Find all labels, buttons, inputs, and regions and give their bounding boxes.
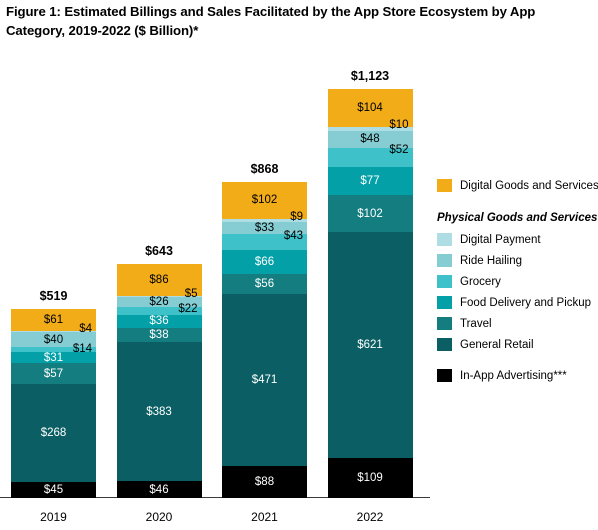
bar-segment-2022-5[interactable]: $102 [327,195,413,233]
bar-segment-label-2022-0: $104 [357,102,383,114]
bar-segment-label-2019-6: $268 [40,426,67,439]
legend-item-digital-goods[interactable]: Digital Goods and Services** [437,175,598,196]
bar-segment-2020-3[interactable]: $22 [116,303,202,315]
bar-segment-label-2020-4: $36 [149,315,169,328]
legend-item-general-retail[interactable]: General Retail [437,334,597,355]
bar-segment-2022-7[interactable]: $109 [327,458,413,498]
bar-segment-label-2020-0: $86 [149,273,169,286]
bar-segment-label-2022-6: $621 [357,339,383,352]
legend-item-food-delivery-and-pickup[interactable]: Food Delivery and Pickup [437,292,597,313]
bar-segment-2021-6[interactable]: $471 [222,294,307,466]
bar-segment-label-2021-3: $43 [283,230,303,243]
legend-label-4: Travel [460,317,492,330]
legend-subheading-physical: Physical Goods and Services [437,212,598,224]
bar-segment-2020-5[interactable]: $38 [116,327,202,342]
legend-label-5: General Retail [460,338,534,351]
legend-item-ride-hailing[interactable]: Ride Hailing [437,250,597,271]
legend-item-advertising[interactable]: In-App Advertising*** [437,365,597,386]
bar-stack-2021: $102 $9 $33 $43 $66 $56 $471 $88 [222,181,307,498]
bar-segment-label-2021-7: $88 [254,475,275,488]
legend-swatch-4 [437,317,452,330]
bar-segment-2022-6[interactable]: $621 [327,232,413,459]
legend-swatch-0 [437,233,452,246]
bar-segment-label-2022-1: $10 [389,118,409,131]
bar-segment-label-2020-5: $38 [149,328,169,341]
bar-group-2021: $868 $102 $9 $33 $43 $66 $56 $471 $88 [222,162,307,498]
bar-segment-label-2022-5: $102 [357,207,383,220]
bar-segment-label-2021-0: $102 [251,194,278,207]
bar-segment-label-2021-1: $9 [290,211,303,224]
legend-label-advertising: In-App Advertising*** [460,369,567,382]
bar-segment-2020-4[interactable]: $36 [116,314,202,328]
bar-segment-2020-7[interactable]: $46 [116,481,202,498]
x-axis-tick-2020: 2020 [145,510,173,524]
bar-segment-2020-6[interactable]: $383 [116,341,202,482]
bar-segment-label-2021-4: $66 [254,256,275,269]
legend-physical-group: Digital Payment Ride Hailing Grocery Food D… [437,229,597,355]
legend-swatch-3 [437,296,452,309]
bar-segment-label-2022-3: $52 [389,144,409,157]
legend-label-3: Food Delivery and Pickup [460,296,592,309]
bar-segment-2019-4[interactable]: $31 [11,351,96,364]
legend-item-digital-payment[interactable]: Digital Payment [437,229,597,250]
bar-segment-label-2019-5: $57 [43,367,64,380]
bar-segment-2021-5[interactable]: $56 [222,274,307,295]
x-axis-tick-2019: 2019 [40,510,67,524]
chart-legend: Digital Goods and Services** Physical Go… [437,175,598,386]
bar-segment-label-2022-7: $109 [357,472,383,485]
legend-swatch-advertising [437,369,452,382]
legend-label-1: Ride Hailing [460,254,523,267]
legend-swatch-digital-goods [437,179,452,192]
legend-spacer [437,196,597,208]
legend-item-travel[interactable]: Travel [437,313,597,334]
bar-total-label-2021: $868 [250,161,279,176]
bar-segment-2019-5[interactable]: $57 [11,363,96,385]
bar-total-label-2022: $1,123 [350,69,390,84]
bar-segment-label-2020-7: $46 [149,483,169,496]
bar-segment-label-2020-6: $383 [146,405,172,418]
x-axis-tick-2021: 2021 [251,510,278,524]
legend-item-grocery[interactable]: Grocery [437,271,597,292]
bar-segment-2022-4[interactable]: $77 [327,166,413,196]
legend-swatch-5 [437,338,452,351]
legend-label-digital-goods: Digital Goods and Services** [460,179,598,192]
legend-swatch-1 [437,254,452,267]
legend-swatch-2 [437,275,452,288]
chart-plot-area: $519 $61 $4 $40 $14 $31 $57 $268 $45 2019 $643 $86 $… [0,0,430,530]
x-axis-tick-2022: 2022 [356,510,384,524]
bar-total-label-2020: $643 [145,244,173,259]
bar-stack-2020: $86 $5 $26 $22 $36 $38 $383 $46 [116,264,202,498]
bar-segment-2019-7[interactable]: $45 [11,481,96,498]
bar-segment-label-2021-5: $56 [254,278,275,291]
bar-group-2022: $1,123 $104 $10 $48 $52 $77 $102 $621 $109 [327,69,413,498]
bar-segment-2021-3[interactable]: $43 [222,230,307,250]
legend-label-0: Digital Payment [460,233,541,246]
legend-label-2: Grocery [460,275,501,288]
bar-segment-label-2022-4: $77 [360,175,380,187]
bar-segment-2019-6[interactable]: $268 [11,384,96,482]
bar-segment-label-2019-4: $31 [43,351,64,364]
bar-stack-2019: $61 $4 $40 $14 $31 $57 $268 $45 [11,308,96,498]
bar-segment-2022-3[interactable]: $52 [327,144,413,167]
bar-group-2020: $643 $86 $5 $26 $22 $36 $38 $383 $46 [116,244,202,498]
bar-segment-2021-4[interactable]: $66 [222,250,307,275]
bar-group-2019: $519 $61 $4 $40 $14 $31 $57 $268 $45 [11,289,96,498]
bar-stack-2022: $104 $10 $48 $52 $77 $102 $621 $109 [327,89,413,498]
bar-segment-label-2020-3: $22 [178,302,198,315]
bar-total-label-2019: $519 [39,288,68,303]
bar-segment-label-2019-7: $45 [43,483,64,496]
bar-segment-2021-7[interactable]: $88 [222,465,307,498]
legend-spacer-2 [437,355,597,365]
bar-segment-label-2021-6: $471 [251,374,278,387]
